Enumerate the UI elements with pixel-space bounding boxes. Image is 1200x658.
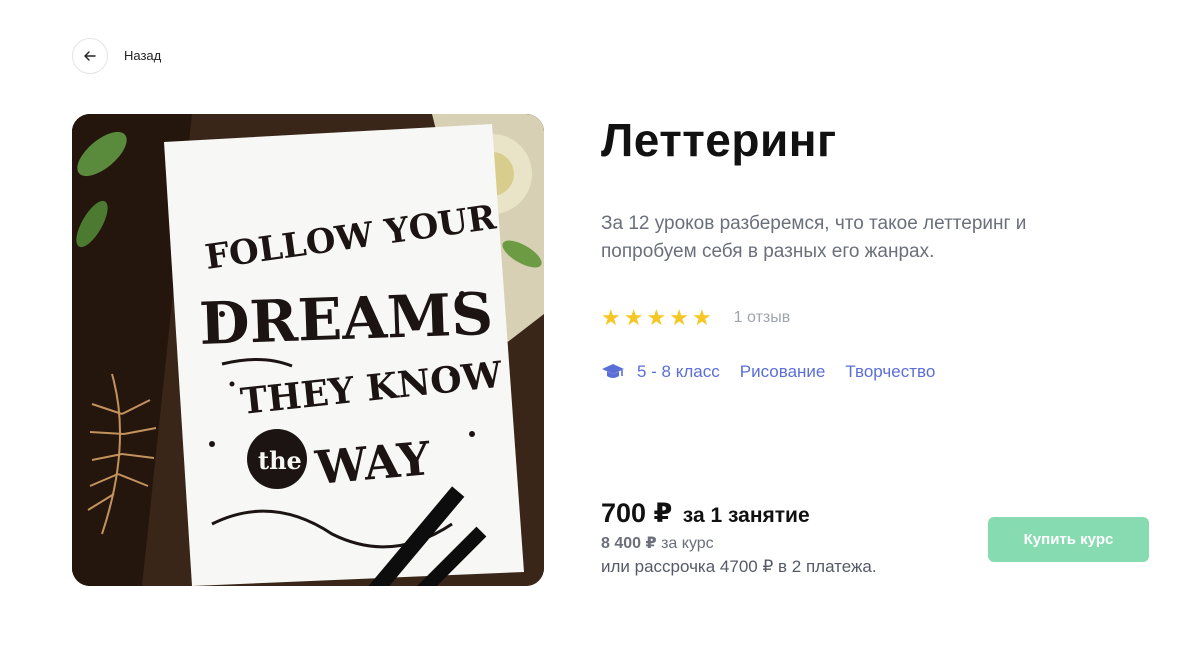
course-description: За 12 уроков разберемся, что такое летте… xyxy=(601,213,1027,262)
price-block: 700 ₽ за 1 занятие 8 400 ₽ за курс или р… xyxy=(601,498,877,577)
tag-creativity[interactable]: Творчество xyxy=(845,362,935,382)
star-icon: ★ xyxy=(601,305,621,330)
course-image: FOLLOW YOUR DREAMS THEY KNOW the WAY xyxy=(72,114,544,586)
graduation-cap-icon xyxy=(602,364,624,378)
reviews-link[interactable]: 1 отзыв xyxy=(734,309,791,327)
arrow-left-icon xyxy=(84,51,96,61)
course-title: Леттеринг xyxy=(601,114,837,166)
back-button[interactable] xyxy=(72,38,108,74)
star-icon: ★ xyxy=(669,305,689,330)
image-text-line-4: the xyxy=(258,446,302,475)
course-price-unit: за курс xyxy=(661,535,714,552)
installment-text: или рассрочка 4700 ₽ в 2 платежа. xyxy=(601,557,877,576)
tag-grade[interactable]: 5 - 8 класс xyxy=(637,362,720,382)
course-tags: 5 - 8 класс Рисование Творчество xyxy=(601,360,955,384)
star-icon: ★ xyxy=(691,305,712,330)
course-price: 8 400 ₽ xyxy=(601,535,657,552)
rating: ★ ★ ★ ★ ★ 1 отзыв xyxy=(601,306,790,330)
star-icon: ★ xyxy=(623,305,644,330)
rating-stars: ★ ★ ★ ★ ★ xyxy=(601,306,712,330)
lesson-price-unit: за 1 занятие xyxy=(682,504,810,527)
star-icon: ★ xyxy=(646,305,667,330)
image-text-line-5: WAY xyxy=(312,431,433,495)
back-link[interactable]: Назад xyxy=(124,48,161,63)
lesson-price: 700 ₽ xyxy=(601,498,673,528)
tag-drawing[interactable]: Рисование xyxy=(740,362,826,382)
buy-course-button[interactable]: Купить курс xyxy=(988,517,1149,562)
image-text-line-2: DREAMS xyxy=(198,280,494,358)
